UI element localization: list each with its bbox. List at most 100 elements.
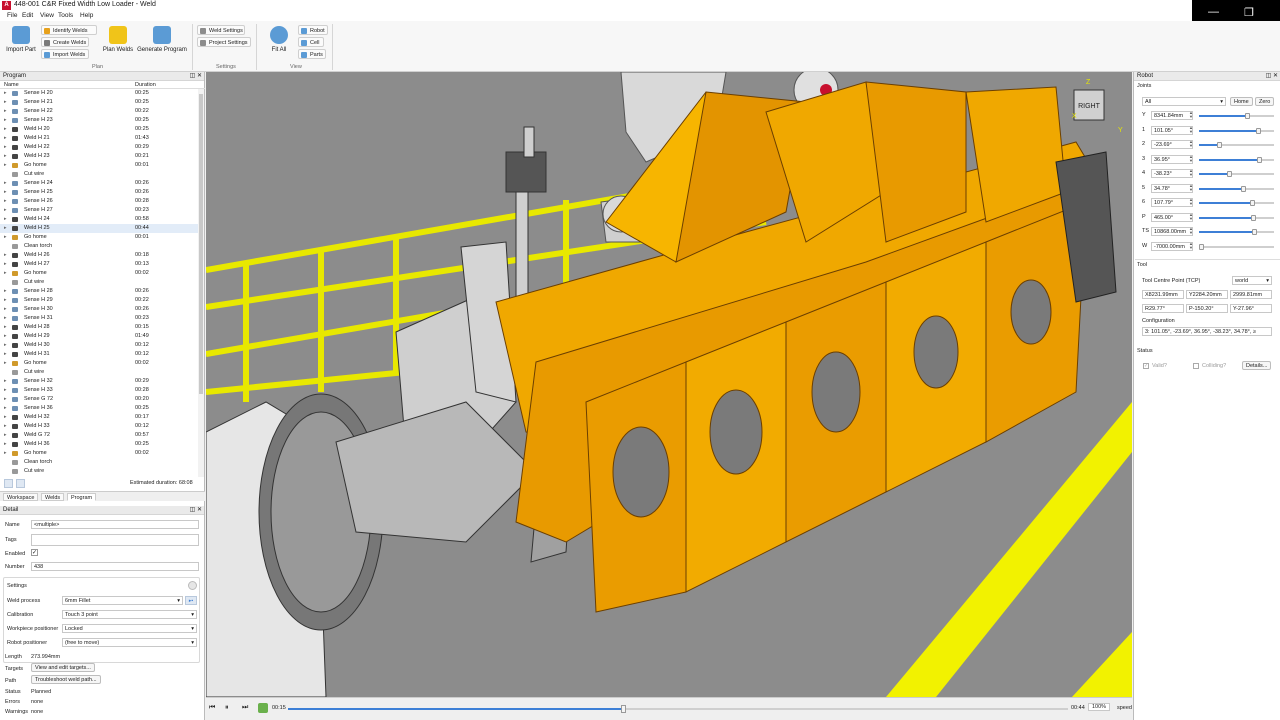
- expand-arrow-icon[interactable]: ▸: [4, 440, 7, 449]
- spin-arrows-icon[interactable]: ▲ ▼: [1189, 154, 1193, 163]
- joint-slider-handle[interactable]: [1257, 156, 1262, 163]
- restore-icon[interactable]: ❐: [1244, 6, 1254, 19]
- joint-slider-handle[interactable]: [1251, 214, 1256, 221]
- program-row[interactable]: ▸ Weld H 31 00:12: [0, 350, 198, 359]
- details-button[interactable]: Details...: [1242, 361, 1272, 370]
- spin-arrows-icon[interactable]: ▲ ▼: [1189, 125, 1193, 134]
- timeline-handle[interactable]: [621, 705, 627, 713]
- expand-arrow-icon[interactable]: ▸: [4, 161, 7, 170]
- joint-value-field[interactable]: 8341.84mm: [1151, 111, 1193, 120]
- joint-slider[interactable]: [1199, 243, 1274, 250]
- joint-slider-handle[interactable]: [1199, 243, 1205, 250]
- program-row[interactable]: ▸ Sense G 72 00:20: [0, 395, 198, 404]
- configuration-select[interactable]: 3: 101.05°, -23.69°, 36.95°, -38.23°, 34…: [1142, 327, 1272, 336]
- program-row[interactable]: Cut wire: [0, 467, 198, 476]
- tcp-pitch-field[interactable]: P-150.20°: [1186, 304, 1228, 313]
- joint-set-select[interactable]: All ▾: [1142, 97, 1226, 106]
- expand-arrow-icon[interactable]: ▸: [4, 89, 7, 98]
- joint-slider[interactable]: [1199, 185, 1274, 192]
- robot-positioner-select[interactable]: (free to move) ▾: [62, 638, 197, 647]
- expand-arrow-icon[interactable]: ▸: [4, 314, 7, 323]
- frame-select[interactable]: world ▾: [1232, 276, 1272, 285]
- expand-arrow-icon[interactable]: ▸: [4, 251, 7, 260]
- joint-slider-handle[interactable]: [1249, 200, 1255, 206]
- calibration-select[interactable]: Touch 3 point ▾: [62, 610, 197, 619]
- weld-settings-button[interactable]: Weld Settings: [197, 25, 245, 35]
- joint-value-field[interactable]: -7000.00mm: [1151, 241, 1193, 251]
- joint-slider-handle[interactable]: [1217, 142, 1223, 148]
- joint-value-field[interactable]: 36.95°: [1151, 154, 1193, 164]
- expand-arrow-icon[interactable]: ▸: [4, 341, 7, 350]
- joint-value-field[interactable]: 465.00°: [1151, 212, 1193, 222]
- joint-value-field[interactable]: 101.05°: [1151, 125, 1193, 135]
- program-row[interactable]: ▸ Weld H 25 00:44: [0, 224, 198, 233]
- expand-arrow-icon[interactable]: ▸: [4, 188, 7, 197]
- spin-arrows-icon[interactable]: ▲ ▼: [1189, 169, 1193, 177]
- program-row[interactable]: ▸ Sense H 36 00:25: [0, 404, 198, 413]
- expand-arrow-icon[interactable]: ▸: [4, 287, 7, 296]
- program-row[interactable]: ▸ Weld H 30 00:12: [0, 341, 198, 350]
- expand-arrow-icon[interactable]: ▸: [4, 323, 7, 332]
- panel-close-icon[interactable]: ◫ ✕: [190, 506, 202, 515]
- program-row[interactable]: ▸ Go home 00:01: [0, 161, 198, 170]
- spin-arrows-icon[interactable]: ▲ ▼: [1189, 140, 1193, 148]
- tcp-roll-field[interactable]: R29.77°: [1142, 304, 1184, 313]
- record-icon[interactable]: [258, 703, 268, 713]
- weld-process-select[interactable]: 6mm Fillet ▾: [62, 596, 183, 605]
- joint-value-field[interactable]: -38.23°: [1151, 169, 1193, 178]
- program-row[interactable]: ▸ Sense H 21 00:25: [0, 98, 198, 107]
- prev-icon[interactable]: ⏮: [209, 704, 215, 712]
- troubleshoot-path-button[interactable]: Troubleshoot weld path...: [31, 675, 101, 684]
- joint-slider-handle[interactable]: [1255, 127, 1261, 134]
- joint-slider-handle[interactable]: [1240, 185, 1246, 192]
- program-row[interactable]: ▸ Go home 00:01: [0, 233, 198, 242]
- expand-arrow-icon[interactable]: ▸: [4, 359, 7, 368]
- plan-welds-button[interactable]: Plan Welds: [101, 24, 135, 62]
- program-row[interactable]: Cut wire: [0, 170, 198, 179]
- joint-slider-handle[interactable]: [1227, 171, 1232, 177]
- expand-arrow-icon[interactable]: ▸: [4, 431, 7, 440]
- expand-arrow-icon[interactable]: ▸: [4, 215, 7, 224]
- program-row[interactable]: ▸ Weld H 20 00:25: [0, 125, 198, 134]
- program-row[interactable]: ▸ Sense H 31 00:23: [0, 314, 198, 323]
- expand-arrow-icon[interactable]: ▸: [4, 107, 7, 116]
- 3d-viewport[interactable]: RIGHT Z X Y: [206, 72, 1132, 697]
- expand-arrow-icon[interactable]: ▸: [4, 197, 7, 206]
- program-row[interactable]: ▸ Sense H 32 00:29: [0, 377, 198, 386]
- program-row[interactable]: ▸ Sense H 28 00:26: [0, 287, 198, 296]
- joint-slider[interactable]: [1199, 156, 1274, 163]
- expand-arrow-icon[interactable]: ▸: [4, 269, 7, 278]
- cell-view-button[interactable]: Cell: [298, 37, 324, 47]
- menu-file[interactable]: File: [7, 12, 17, 19]
- program-row[interactable]: ▸ Weld G 72 00:57: [0, 431, 198, 440]
- program-row[interactable]: ▸ Weld H 33 00:12: [0, 422, 198, 431]
- import-part-button[interactable]: Import Part: [4, 24, 38, 62]
- joint-slider-handle[interactable]: [1245, 113, 1250, 119]
- program-row[interactable]: ▸ Sense H 25 00:26: [0, 188, 198, 197]
- menu-tools[interactable]: Tools: [58, 12, 73, 19]
- col-name-header[interactable]: Name: [4, 81, 19, 89]
- tab-program[interactable]: Program: [67, 493, 97, 501]
- spin-arrows-icon[interactable]: ▲ ▼: [1189, 227, 1193, 235]
- number-field[interactable]: 438: [31, 562, 199, 571]
- scene-svg[interactable]: RIGHT Z X Y: [206, 72, 1132, 697]
- program-row[interactable]: Clean torch: [0, 458, 198, 467]
- spin-arrows-icon[interactable]: ▲ ▼: [1189, 198, 1193, 206]
- joint-slider[interactable]: [1199, 113, 1274, 119]
- expand-arrow-icon[interactable]: ▸: [4, 377, 7, 386]
- program-row[interactable]: ▸ Sense H 26 00:28: [0, 197, 198, 206]
- home-button[interactable]: Home: [1230, 97, 1253, 106]
- program-row[interactable]: ▸ Sense H 29 00:22: [0, 296, 198, 305]
- import-welds-button[interactable]: Import Welds: [41, 49, 89, 59]
- expand-arrow-icon[interactable]: ▸: [4, 422, 7, 431]
- program-row[interactable]: ▸ Weld H 26 00:18: [0, 251, 198, 260]
- expand-arrow-icon[interactable]: ▸: [4, 152, 7, 161]
- expand-arrow-icon[interactable]: ▸: [4, 449, 7, 458]
- program-row[interactable]: ▸ Go home 00:02: [0, 269, 198, 278]
- program-row[interactable]: ▸ Go home 00:02: [0, 449, 198, 458]
- expand-arrow-icon[interactable]: ▸: [4, 296, 7, 305]
- name-field[interactable]: <multiple>: [31, 520, 199, 529]
- joint-slider[interactable]: [1199, 127, 1274, 134]
- program-row[interactable]: ▸ Sense H 27 00:23: [0, 206, 198, 215]
- program-row[interactable]: ▸ Sense H 24 00:26: [0, 179, 198, 188]
